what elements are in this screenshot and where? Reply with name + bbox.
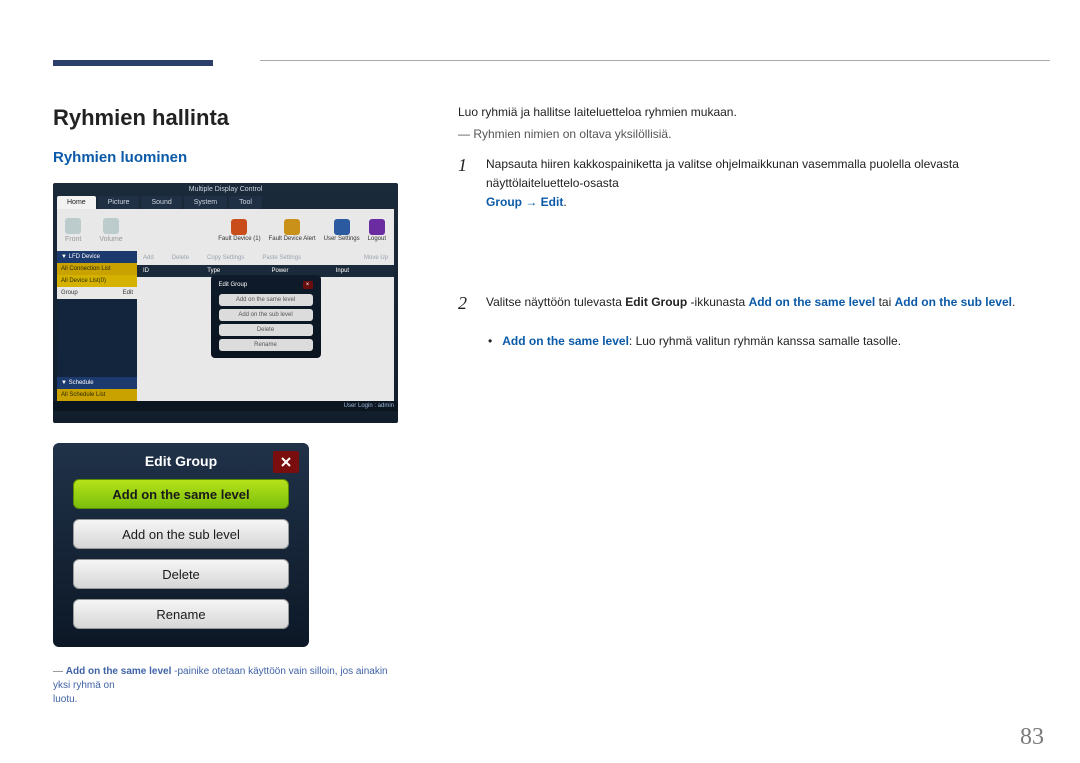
page-number: 83 xyxy=(1020,724,1044,751)
popup-title: Edit Group xyxy=(219,282,248,288)
step-1-number: 1 xyxy=(458,155,472,213)
action-copy[interactable]: Copy Settings xyxy=(207,255,244,261)
tab-home[interactable]: Home xyxy=(57,196,96,209)
left-footnote: Add on the same level -painike otetaan k… xyxy=(53,665,398,707)
side-group-row[interactable]: Group Edit xyxy=(57,287,137,299)
mdc-main-actions: Add Delete Copy Settings Paste Settings … xyxy=(137,251,394,265)
tab-sound[interactable]: Sound xyxy=(141,196,181,209)
toolbar-fault-device[interactable]: Fault Device (1) xyxy=(218,219,260,242)
dash-note: Ryhmien nimien on oltava yksilöllisiä. xyxy=(458,127,1050,141)
step-2-number: 2 xyxy=(458,293,472,314)
step-1: 1 Napsauta hiiren kakkospainiketta ja va… xyxy=(458,155,1050,213)
step-2-bold: Edit Group xyxy=(625,295,687,309)
step-2: 2 Valitse näyttöön tulevasta Edit Group … xyxy=(458,293,1050,314)
step-2-a: Valitse näyttöön tulevasta xyxy=(486,295,625,309)
side-schedule-list[interactable]: All Schedule List xyxy=(57,389,137,401)
step-1-text: Napsauta hiiren kakkospainiketta ja vali… xyxy=(486,157,959,190)
mdc-sidebar: ▼ LFD Device All Connection List All Dev… xyxy=(57,251,137,401)
popup-delete[interactable]: Delete xyxy=(219,324,313,336)
delete-button[interactable]: Delete xyxy=(73,559,289,589)
th-id: ID xyxy=(137,265,201,277)
popup-add-sub[interactable]: Add on the sub level xyxy=(219,309,313,321)
rename-button[interactable]: Rename xyxy=(73,599,289,629)
edit-group-dialog: Edit Group Add on the same level Add on … xyxy=(53,443,309,647)
step-2-dot: . xyxy=(1012,295,1015,309)
edit-group-popup: Edit Group × Add on the same level Add o… xyxy=(211,275,321,358)
mdc-tabs: Home Picture Sound System Tool xyxy=(53,196,398,209)
intro-text: Luo ryhmiä ja hallitse laiteluetteloa ry… xyxy=(458,105,1050,119)
tab-system[interactable]: System xyxy=(184,196,227,209)
action-paste[interactable]: Paste Settings xyxy=(262,255,301,261)
add-sub-level-button[interactable]: Add on the sub level xyxy=(73,519,289,549)
toolbar-front: Front xyxy=(65,218,81,243)
popup-rename[interactable]: Rename xyxy=(219,339,313,351)
side-lfd[interactable]: ▼ LFD Device xyxy=(57,251,137,263)
side-group-label: Group xyxy=(61,290,78,296)
toolbar-user-settings[interactable]: User Settings xyxy=(324,219,360,242)
step-2-c: tai xyxy=(875,295,894,309)
step-1-dot: . xyxy=(563,195,566,209)
mdc-window-title: Multiple Display Control xyxy=(53,183,398,196)
action-move-up[interactable]: Move Up xyxy=(364,255,388,261)
mdc-toolbar: Front Volume Fault Device (1) Fault Devi… xyxy=(57,209,394,251)
bullet-blue: Add on the same level xyxy=(502,334,629,348)
action-delete[interactable]: Delete xyxy=(172,255,189,261)
side-all-devices[interactable]: All Device List(0) xyxy=(57,275,137,287)
step-2-blue2: Add on the sub level xyxy=(895,295,1012,309)
bullet-rest: : Luo ryhmä valitun ryhmän kanssa samall… xyxy=(629,334,901,348)
th-input: Input xyxy=(330,265,394,277)
close-icon[interactable] xyxy=(273,451,299,473)
mdc-footer: User Login : admin xyxy=(53,401,398,411)
mdc-screenshot: Multiple Display Control Home Picture So… xyxy=(53,183,398,423)
tab-tool[interactable]: Tool xyxy=(229,196,262,209)
mdc-main: Add Delete Copy Settings Paste Settings … xyxy=(137,251,394,401)
side-group-edit[interactable]: Edit xyxy=(123,290,133,296)
side-conn[interactable]: All Connection List xyxy=(57,263,137,275)
popup-add-same[interactable]: Add on the same level xyxy=(219,294,313,306)
close-icon[interactable]: × xyxy=(303,281,313,289)
header-accent-bar xyxy=(53,60,213,66)
action-add[interactable]: Add xyxy=(143,255,154,261)
step-2-blue1: Add on the same level xyxy=(749,295,876,309)
toolbar-volume: Volume xyxy=(99,218,122,243)
section-title: Ryhmien luominen xyxy=(53,149,398,171)
bullet-same-level: Add on the same level: Luo ryhmä valitun… xyxy=(488,334,1050,348)
tab-picture[interactable]: Picture xyxy=(98,196,140,209)
step-1-path: Group → Edit xyxy=(486,195,563,209)
toolbar-logout[interactable]: Logout xyxy=(368,219,386,242)
add-same-level-button[interactable]: Add on the same level xyxy=(73,479,289,509)
header-rule xyxy=(260,60,1050,61)
toolbar-fault-alert[interactable]: Fault Device Alert xyxy=(269,219,316,242)
side-schedule[interactable]: ▼ Schedule xyxy=(57,377,137,389)
edit-group-title: Edit Group xyxy=(53,453,309,469)
page-title: Ryhmien hallinta xyxy=(53,105,398,131)
step-2-b: -ikkunasta xyxy=(687,295,748,309)
